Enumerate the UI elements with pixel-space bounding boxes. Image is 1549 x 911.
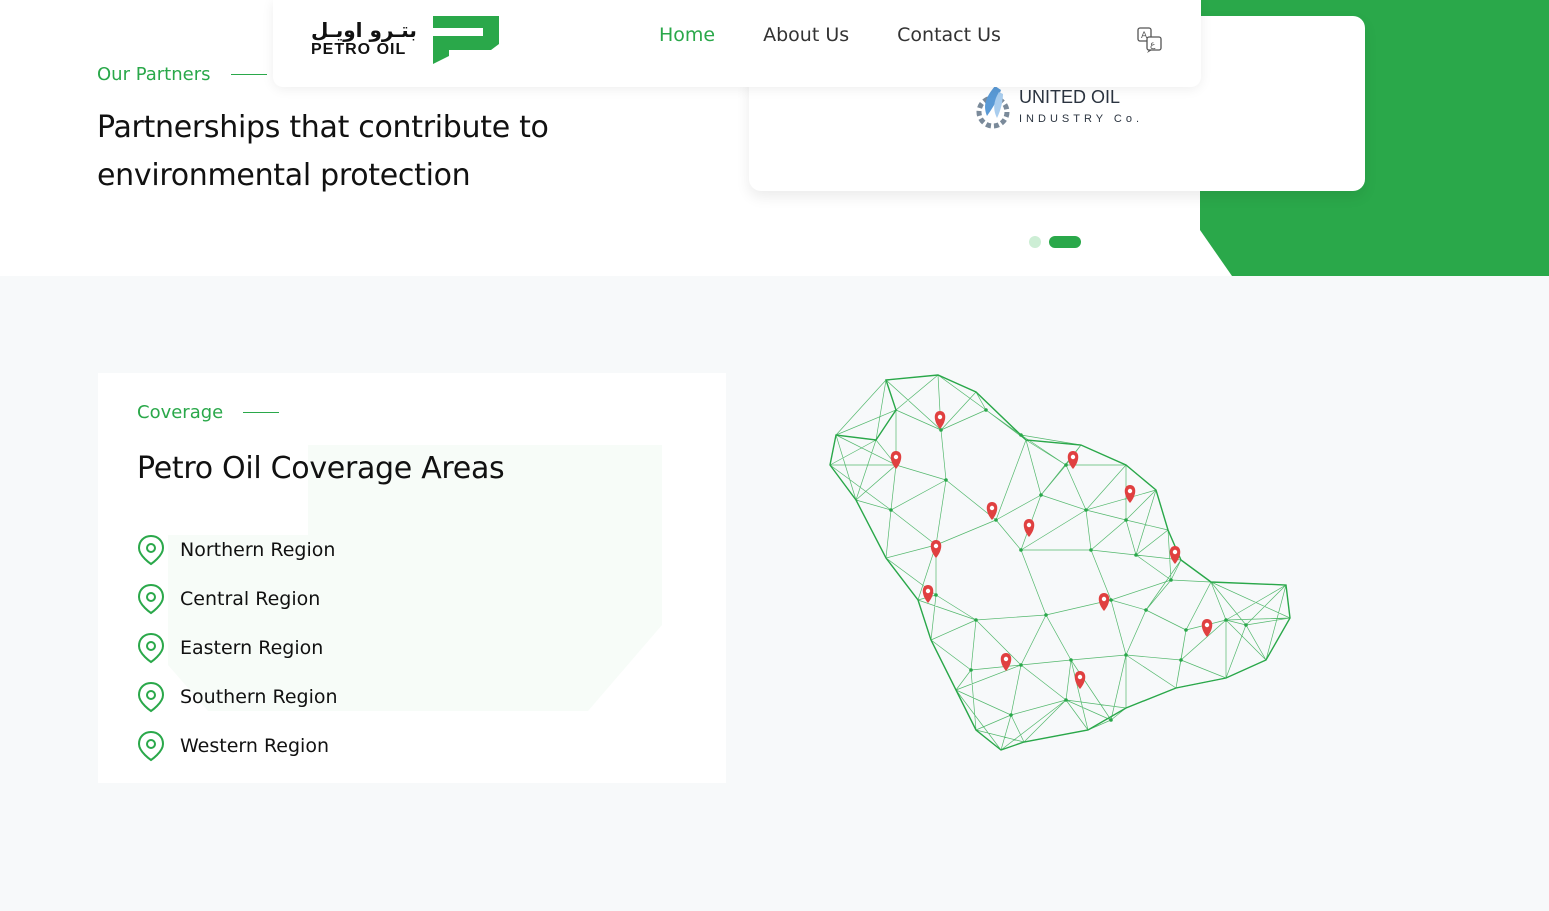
map-node <box>1064 698 1068 702</box>
map-node <box>1224 618 1228 622</box>
slider-dot-2-active[interactable] <box>1049 236 1081 248</box>
main-nav: Home About Us Contact Us <box>659 24 1001 46</box>
location-pin-icon <box>137 632 165 663</box>
coverage-card: Coverage Petro Oil Coverage Areas Northe… <box>98 373 726 783</box>
map-node <box>1019 548 1023 552</box>
nav-home[interactable]: Home <box>659 24 715 46</box>
location-pin-icon[interactable] <box>1169 546 1181 564</box>
location-pin-icon <box>137 583 165 614</box>
location-pin-icon[interactable] <box>1201 619 1213 637</box>
region-label: Northern Region <box>180 538 336 561</box>
location-pin-icon[interactable] <box>1000 653 1012 671</box>
coverage-eyebrow-label: Coverage <box>137 402 224 423</box>
united-oil-logo-icon <box>976 86 1010 129</box>
eyebrow-line <box>230 74 267 75</box>
map-node <box>974 618 978 622</box>
location-pin-icon[interactable] <box>922 585 934 603</box>
partners-eyebrow-label: Our Partners <box>97 64 211 85</box>
coverage-heading: Petro Oil Coverage Areas <box>137 451 505 486</box>
map-node <box>1124 518 1128 522</box>
map-node <box>994 518 998 522</box>
map-node <box>1044 613 1048 617</box>
map-node <box>939 428 943 432</box>
map-node <box>1144 608 1148 612</box>
svg-text:ع: ع <box>1150 40 1156 50</box>
map-mesh-lines <box>829 374 1291 751</box>
map-node <box>1109 598 1113 602</box>
map-node <box>1109 718 1113 722</box>
location-pin-icon[interactable] <box>1098 593 1110 611</box>
brand-english: PETRO OIL <box>311 41 407 58</box>
map-node <box>1039 493 1043 497</box>
map-node <box>889 508 893 512</box>
region-item[interactable]: Western Region <box>137 721 338 770</box>
coverage-map <box>829 374 1291 751</box>
partner-subtitle: INDUSTRY Co. <box>1019 113 1144 125</box>
partner-name: UNITED OIL <box>1019 87 1121 107</box>
map-node <box>1169 578 1173 582</box>
partners-heading: Partnerships that contribute to environm… <box>97 110 549 193</box>
map-node <box>944 478 948 482</box>
region-item[interactable]: Northern Region <box>137 525 338 574</box>
map-node <box>1244 623 1248 627</box>
map-node <box>1184 628 1188 632</box>
petro-p-logo-icon <box>432 16 499 64</box>
map-node <box>1019 433 1023 437</box>
region-list: Northern Region Central Region Eastern R… <box>137 525 338 770</box>
map-node <box>1019 663 1023 667</box>
brand-logo-text: بتـرو اويـل PETRO OIL <box>311 19 417 59</box>
translate-icon[interactable]: A ع <box>1137 27 1163 53</box>
region-label: Eastern Region <box>180 636 324 659</box>
map-mesh <box>829 374 1291 751</box>
region-item[interactable]: Central Region <box>137 574 338 623</box>
location-pin-icon[interactable] <box>1074 671 1086 689</box>
brand-logo[interactable]: بتـرو اويـل PETRO OIL <box>311 14 501 64</box>
location-pin-icon <box>137 681 165 712</box>
site-header: بتـرو اويـل PETRO OIL Home About Us Cont… <box>273 0 1201 87</box>
map-node <box>1084 508 1088 512</box>
map-node <box>1179 658 1183 662</box>
slider-dots <box>1029 236 1081 248</box>
brand-arabic: بتـرو اويـل <box>311 18 417 42</box>
region-label: Central Region <box>180 587 321 610</box>
region-label: Southern Region <box>180 685 338 708</box>
partner-logo: UNITED OIL INDUSTRY Co. <box>975 82 1143 130</box>
nav-about[interactable]: About Us <box>763 24 849 46</box>
map-node <box>1069 658 1073 662</box>
map-node <box>984 408 988 412</box>
location-pin-icon <box>137 730 165 761</box>
map-node <box>1134 553 1138 557</box>
map-node <box>1009 713 1013 717</box>
partners-eyebrow: Our Partners <box>97 64 267 85</box>
eyebrow-line <box>243 412 280 413</box>
slider-dot-1[interactable] <box>1029 236 1041 248</box>
location-pin-icon[interactable] <box>1067 451 1079 469</box>
location-pin-icon[interactable] <box>1023 519 1035 537</box>
map-node <box>1089 548 1093 552</box>
region-item[interactable]: Eastern Region <box>137 623 338 672</box>
location-pin-icon <box>137 534 165 565</box>
region-label: Western Region <box>180 734 330 757</box>
map-node <box>934 593 938 597</box>
map-node <box>1124 653 1128 657</box>
coverage-eyebrow: Coverage <box>137 402 280 423</box>
location-pin-icon[interactable] <box>986 502 998 520</box>
map-outline <box>829 374 1291 751</box>
region-item[interactable]: Southern Region <box>137 672 338 721</box>
location-pin-icon[interactable] <box>934 411 946 429</box>
map-node <box>969 668 973 672</box>
map-node <box>1064 463 1068 467</box>
nav-contact[interactable]: Contact Us <box>897 24 1001 46</box>
